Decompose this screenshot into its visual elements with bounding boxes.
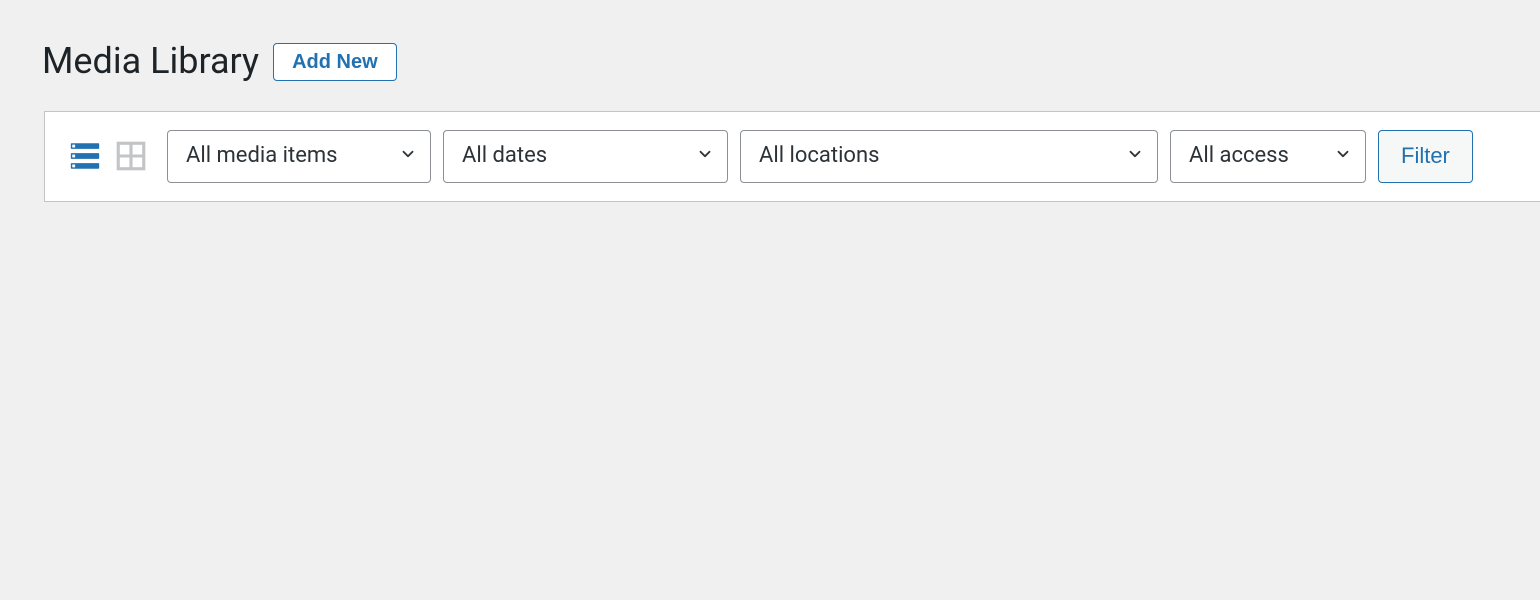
grid-view-icon[interactable] (113, 138, 149, 174)
list-view-icon[interactable] (67, 138, 103, 174)
media-toolbar: All media items All dates All locations (44, 111, 1540, 201)
access-filter-wrap: All access (1170, 130, 1366, 182)
access-filter[interactable]: All access (1170, 130, 1366, 182)
filter-button[interactable]: Filter (1378, 130, 1473, 182)
media-type-filter-wrap: All media items (167, 130, 431, 182)
dates-filter-wrap: All dates (443, 130, 728, 182)
add-new-button[interactable]: Add New (273, 43, 397, 81)
dates-filter[interactable]: All dates (443, 130, 728, 182)
media-type-filter[interactable]: All media items (167, 130, 431, 182)
locations-filter[interactable]: All locations (740, 130, 1158, 182)
page-header: Media Library Add New (42, 40, 1540, 83)
view-toggle-group (67, 138, 149, 174)
locations-filter-wrap: All locations (740, 130, 1158, 182)
page-title: Media Library (42, 40, 259, 83)
